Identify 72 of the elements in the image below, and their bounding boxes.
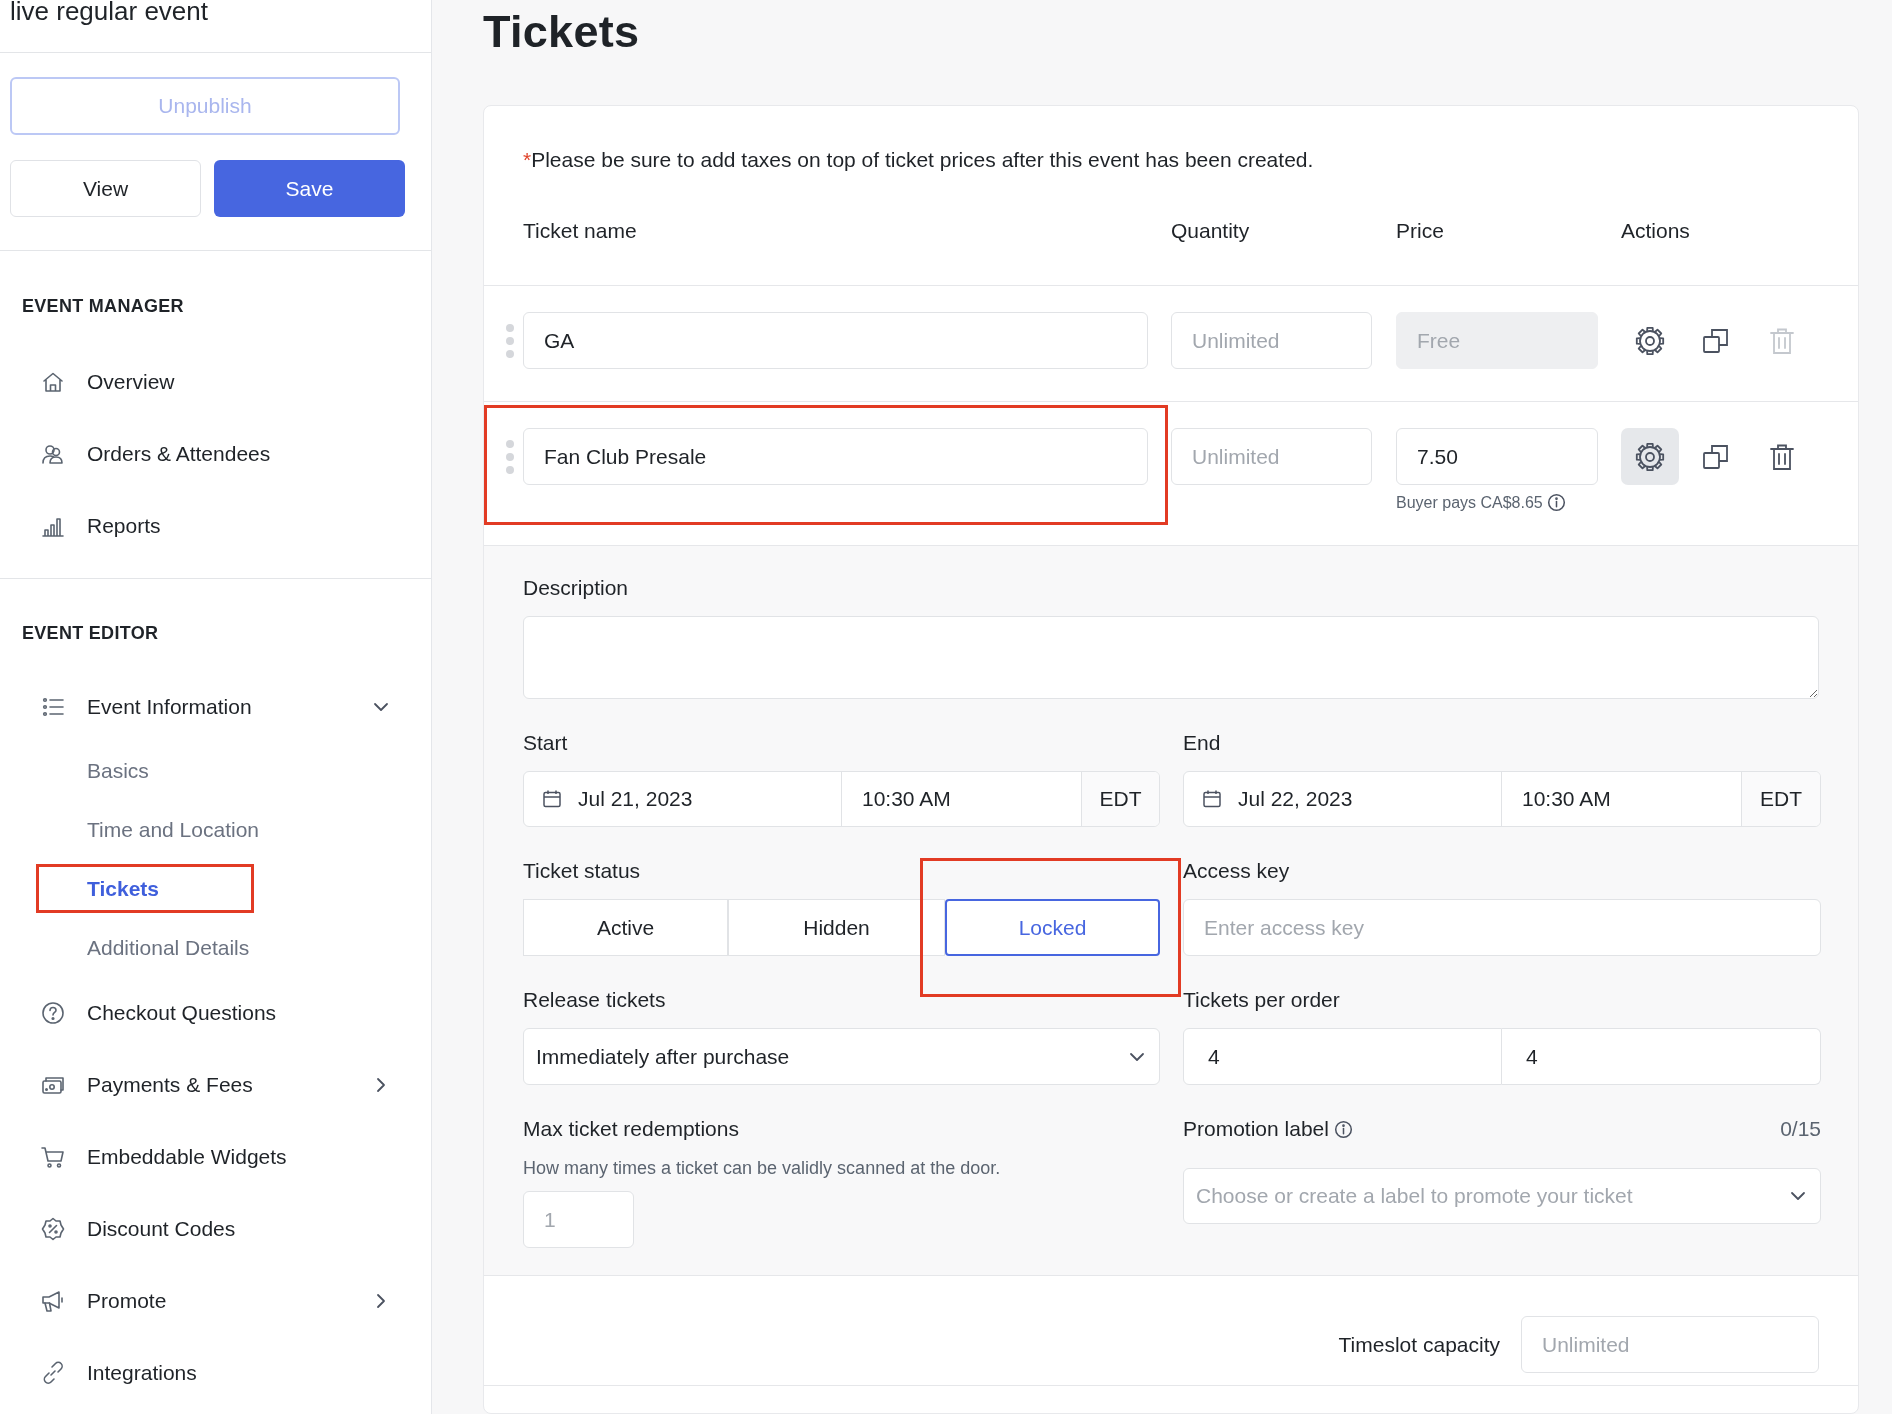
drag-handle-icon[interactable]: [505, 322, 515, 360]
calendar-icon: [1202, 789, 1222, 809]
page-title: Tickets: [483, 5, 640, 59]
status-option[interactable]: Active: [523, 899, 728, 956]
field-label: Timeslot capacity: [1338, 1332, 1500, 1357]
min-tickets-field[interactable]: 4: [1183, 1028, 1502, 1085]
ticket-name-field[interactable]: Fan Club Presale: [523, 428, 1148, 485]
settings-button[interactable]: [1621, 428, 1679, 485]
tax-note: *Please be sure to add taxes on top of ticket prices after this event has been created.: [523, 148, 1314, 172]
nav-item[interactable]: Orders & Attendees: [87, 442, 391, 466]
nav-item[interactable]: Reports: [87, 514, 391, 538]
field-label: Max ticket redemptions: [523, 1117, 739, 1141]
field-label: End: [1183, 731, 1221, 755]
field-label: Ticket status: [523, 859, 641, 883]
status-option[interactable]: Hidden: [728, 899, 945, 956]
access-key-field[interactable]: Enter access key: [1183, 899, 1821, 956]
field-label: Promotion label: [1183, 1117, 1329, 1141]
nav-item[interactable]: Overview: [87, 370, 391, 394]
discount-badge-icon: [40, 1216, 66, 1242]
max-tickets-field[interactable]: 4: [1502, 1028, 1821, 1085]
view-button[interactable]: View: [10, 160, 201, 217]
field-label: Access key: [1183, 859, 1290, 883]
time-value[interactable]: 10:30 AM: [1522, 787, 1611, 811]
redemptions-field[interactable]: 1: [523, 1191, 634, 1248]
timezone-label: EDT: [1099, 787, 1142, 811]
release-select[interactable]: Immediately after purchase: [523, 1028, 1160, 1085]
nav-subitem[interactable]: Basics: [87, 758, 149, 783]
event-title: live regular event: [10, 0, 208, 26]
nav-item[interactable]: Event Information: [87, 695, 371, 719]
nav-item[interactable]: Promote: [87, 1289, 371, 1313]
date-value[interactable]: Jul 21, 2023: [578, 787, 693, 811]
timeslot-capacity-field[interactable]: Unlimited: [1521, 1316, 1819, 1373]
date-time-field[interactable]: Jul 22, 2023 10:30 AM EDT: [1183, 771, 1821, 827]
nav-item[interactable]: Integrations: [87, 1361, 391, 1385]
field-label: Description: [523, 576, 629, 600]
date-value[interactable]: Jul 22, 2023: [1238, 787, 1353, 811]
character-counter: 0/15: [1780, 1117, 1821, 1141]
field-label: Start: [523, 731, 568, 755]
status-option[interactable]: Locked: [945, 899, 1160, 956]
question-icon: [40, 1000, 66, 1026]
field-label: Release tickets: [523, 988, 666, 1012]
nav-subitem[interactable]: Tickets: [87, 876, 159, 901]
nav-item[interactable]: Discount Codes: [87, 1217, 391, 1241]
time-value[interactable]: 10:30 AM: [862, 787, 951, 811]
column-header: Ticket name: [523, 219, 638, 243]
buyer-price-hint: Buyer pays CA$8.65: [1396, 493, 1543, 512]
settings-icon: [1635, 325, 1665, 356]
save-button[interactable]: Save: [214, 160, 405, 217]
nav-item[interactable]: Payments & Fees: [87, 1073, 371, 1097]
price-field[interactable]: 7.50: [1396, 428, 1598, 485]
quantity-field[interactable]: Unlimited: [1171, 312, 1372, 369]
field-label: Tickets per order: [1183, 988, 1340, 1012]
timezone-label: EDT: [1760, 787, 1802, 811]
settings-icon: [1635, 441, 1665, 472]
info-icon: [1546, 493, 1566, 512]
description-field[interactable]: [523, 616, 1819, 699]
column-header: Quantity: [1171, 219, 1251, 243]
nav-subitem[interactable]: Additional Details: [87, 935, 250, 960]
nav-item[interactable]: Embeddable Widgets: [87, 1145, 391, 1169]
nav-subitem[interactable]: Time and Location: [87, 817, 259, 842]
info-icon: [1333, 1119, 1353, 1139]
quantity-field[interactable]: Unlimited: [1171, 428, 1372, 485]
date-time-field[interactable]: Jul 21, 2023 10:30 AM EDT: [523, 771, 1160, 827]
ticket-name-field[interactable]: GA: [523, 312, 1148, 369]
nav-item[interactable]: Checkout Questions: [87, 1001, 391, 1025]
section-heading: EVENT EDITOR: [22, 622, 159, 644]
section-heading: EVENT MANAGER: [22, 295, 184, 317]
calendar-icon: [542, 789, 562, 809]
drag-handle-icon[interactable]: [505, 438, 515, 476]
column-header: Price: [1396, 219, 1445, 243]
column-header: Actions: [1621, 219, 1691, 243]
help-text: How many times a ticket can be validly scanned at the door.: [523, 1157, 1001, 1179]
